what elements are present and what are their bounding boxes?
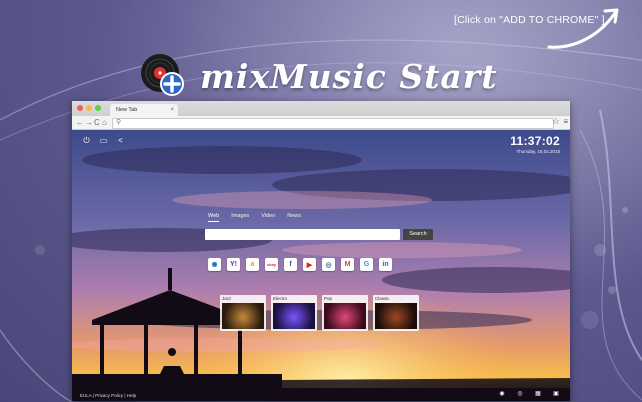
genre-thumbnail <box>222 303 264 329</box>
home-button[interactable]: ⌂ <box>102 117 107 128</box>
clock-time: 11:37:02 <box>510 134 560 148</box>
tab-images[interactable]: Images <box>231 213 249 222</box>
genre-label: Jazz <box>222 296 232 301</box>
genre-tile[interactable]: Pop <box>322 295 368 331</box>
genre-tile[interactable]: Electro <box>271 295 317 331</box>
brand-logo: mixMusic Start <box>140 52 497 100</box>
screen-icon[interactable]: ▭ <box>99 136 108 145</box>
footer-links[interactable]: EULA | Privacy Policy | Help <box>80 393 136 398</box>
clock-widget: 11:37:02 Thursday, 16.02.2018 <box>510 134 560 154</box>
genre-label: Classic <box>375 296 390 301</box>
forward-button[interactable]: → <box>85 117 93 128</box>
shortcut-google-icon[interactable]: G <box>360 258 373 271</box>
eye-icon[interactable]: ◎ <box>516 391 524 398</box>
genre-thumbnail <box>375 303 417 329</box>
power-icon[interactable]: ⏻ <box>82 136 91 145</box>
bookmark-star-icon[interactable]: ☆ <box>552 116 560 127</box>
shortcut-ebay-icon[interactable]: ebay <box>265 258 278 271</box>
tab-news[interactable]: News <box>287 213 301 222</box>
shortcut-row: ✺ Y! a ebay f ▶ ◎ M Gin <box>208 258 392 271</box>
shortcut-linkedin-icon[interactable]: in <box>379 258 392 271</box>
browser-menu-icon[interactable]: ≡ <box>563 117 568 126</box>
top-left-icons: ⏻ ▭ < <box>82 136 125 145</box>
tab-web[interactable]: Web <box>208 213 220 222</box>
shortcut-instagram-icon[interactable]: ◎ <box>322 258 335 271</box>
new-tab-page: ⏻ ▭ < 11:37:02 Thursday, 16.02.2018 Web … <box>72 130 570 401</box>
shortcut-amazon-icon[interactable]: a <box>246 258 259 271</box>
genre-tile[interactable]: Classic <box>373 295 419 331</box>
clock-date: Thursday, 16.02.2018 <box>516 149 560 154</box>
genre-label: Pop <box>324 296 333 301</box>
url-input[interactable]: ⚲ <box>112 118 554 129</box>
tab-title: New Tab <box>116 107 138 113</box>
share-icon[interactable]: < <box>116 136 125 145</box>
image-icon[interactable]: ▣ <box>552 391 560 398</box>
maximize-window-button[interactable] <box>95 105 101 111</box>
search-icon: ⚲ <box>116 119 122 126</box>
genre-thumbnail <box>273 303 315 329</box>
tab-video[interactable]: Video <box>261 213 275 222</box>
genre-tile[interactable]: Jazz <box>220 295 266 331</box>
close-window-button[interactable] <box>77 105 83 111</box>
curved-arrow-icon <box>547 8 619 49</box>
shortcut-gmail-icon[interactable]: M <box>341 258 354 271</box>
minimize-window-button[interactable] <box>86 105 92 111</box>
genre-thumbnail <box>324 303 366 329</box>
search-button[interactable]: Search <box>403 229 433 240</box>
search-tabs: Web Images Video News <box>208 213 301 222</box>
shortcut-yahoo-icon[interactable]: Y! <box>227 258 240 271</box>
grid-icon[interactable]: ▦ <box>534 391 542 398</box>
search-input[interactable] <box>205 229 400 240</box>
shortcut-facebook-icon[interactable]: f <box>284 258 297 271</box>
back-button[interactable]: ← <box>76 117 84 128</box>
music-disc-plus-icon <box>141 54 184 96</box>
genre-label: Electro <box>273 296 288 301</box>
address-bar: ← → C ⌂ ⚲ ☆ ≡ <box>72 116 570 130</box>
tab-close-icon[interactable]: × <box>170 104 174 116</box>
shortcut-youtube-icon[interactable]: ▶ <box>303 258 316 271</box>
camera-icon[interactable]: ◉ <box>498 391 506 398</box>
reload-button[interactable]: C <box>94 117 100 128</box>
tab-new-tab[interactable]: New Tab × <box>110 104 178 116</box>
shortcut-musicbrainz-icon[interactable]: ✺ <box>208 258 221 271</box>
browser-window: New Tab × ← → C ⌂ ⚲ ☆ ≡ ⏻ ▭ < 11:37:02 T… <box>72 101 570 401</box>
tab-bar: New Tab × <box>72 101 570 116</box>
brand-name: mixMusic Start <box>200 56 498 96</box>
genre-tiles: Jazz Electro Pop Classic <box>220 295 419 331</box>
